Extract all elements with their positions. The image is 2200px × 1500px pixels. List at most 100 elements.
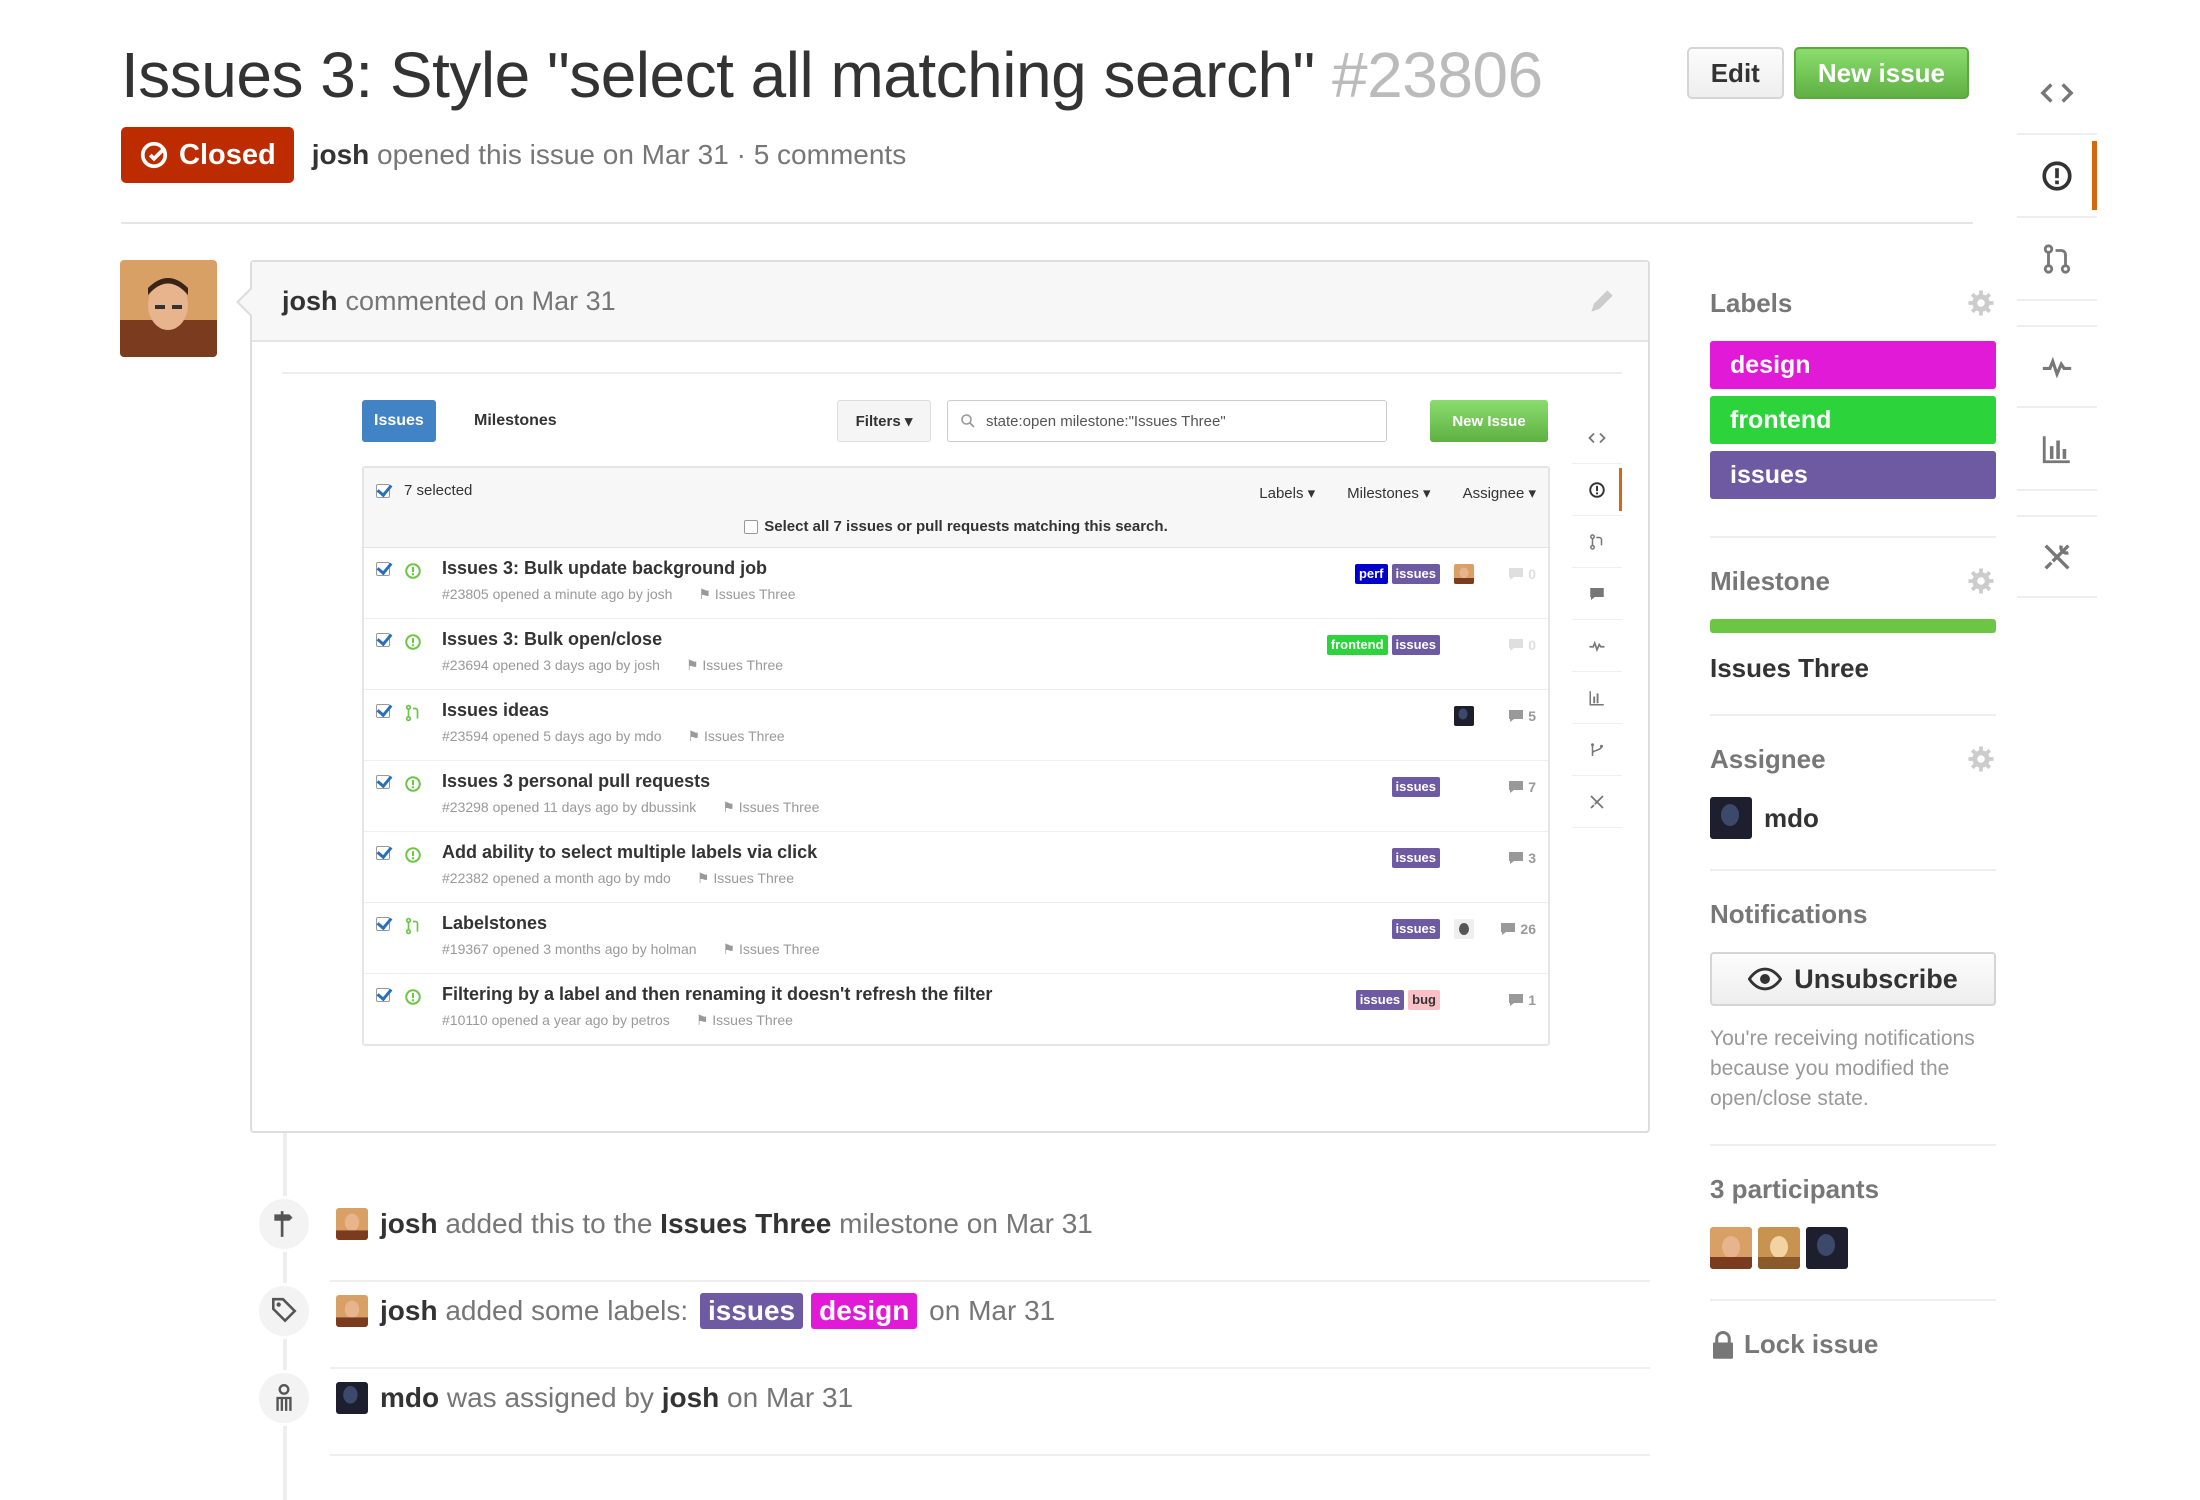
mini-nav-discussions[interactable] [1572,568,1622,620]
mini-nav-settings[interactable] [1572,776,1622,828]
mini-issue-title[interactable]: Issues 3: Bulk update background job [442,558,767,579]
timeline-strong[interactable]: mdo [380,1382,439,1414]
mini-label[interactable]: frontend [1326,635,1388,655]
mini-issue-milestone[interactable]: ⚑ Issues Three [688,728,785,744]
mini-dropdown-labels[interactable]: Labels ▾ [1259,484,1315,502]
mini-issue-milestone[interactable]: ⚑ Issues Three [686,657,783,673]
mini-row-checkbox[interactable] [376,633,390,647]
mini-row-checkbox[interactable] [376,917,390,931]
nav-graphs[interactable] [2017,408,2097,491]
sidebar-label-issues[interactable]: issues [1710,451,1996,499]
mini-label[interactable]: issues [1391,919,1440,939]
pencil-icon[interactable] [1586,285,1618,317]
mini-comment-count[interactable]: 7 [1488,779,1536,795]
comment-author-avatar[interactable] [120,260,217,357]
mini-issue-row[interactable]: Issues 3: Bulk open/close #23694 opened 3… [364,619,1548,690]
mini-comment-count[interactable]: 26 [1488,921,1536,937]
timeline-label[interactable]: issues [699,1293,804,1329]
mini-issue-row[interactable]: Issues 3 personal pull requests #23298 op… [364,761,1548,832]
mini-comment-count[interactable]: 1 [1488,992,1536,1008]
mini-row-checkbox[interactable] [376,562,390,576]
mini-nav-code[interactable] [1572,412,1622,464]
timeline-strong[interactable]: Issues Three [660,1208,831,1240]
mini-issue-title[interactable]: Add ability to select multiple labels vi… [442,842,817,863]
gear-icon[interactable] [1966,566,1996,596]
mini-comment-count[interactable]: 3 [1488,850,1536,866]
mini-issue-milestone[interactable]: ⚑ Issues Three [722,799,819,815]
mini-label[interactable]: issues [1355,990,1405,1010]
sidebar-label-design[interactable]: design [1710,341,1996,389]
nav-code[interactable] [2017,52,2097,135]
mini-issue-title[interactable]: Labelstones [442,913,547,934]
mini-select-matching-checkbox[interactable] [744,519,759,534]
mini-nav-pulse[interactable] [1572,620,1622,672]
mini-label[interactable]: issues [1391,848,1440,868]
mini-row-checkbox[interactable] [376,775,390,789]
nav-settings[interactable] [2017,515,2097,598]
avatar[interactable] [336,1208,368,1240]
gear-icon[interactable] [1966,744,1996,774]
timeline-strong[interactable]: josh [662,1382,720,1414]
new-issue-button[interactable]: New issue [1793,47,1969,99]
timeline-strong[interactable]: josh [380,1295,438,1327]
mini-issue-milestone[interactable]: ⚑ Issues Three [698,586,795,602]
comment-author[interactable]: josh [282,286,338,317]
edit-button[interactable]: Edit [1686,47,1784,99]
mini-issue-row[interactable]: Add ability to select multiple labels vi… [364,832,1548,903]
mini-issue-row[interactable]: Labelstones #19367 opened 3 months ago by… [364,903,1548,974]
nav-pulse[interactable] [2017,325,2097,408]
assignee[interactable]: mdo [1710,797,1996,839]
mini-issue-title[interactable]: Issues 3: Bulk open/close [442,629,662,650]
mini-comment-count[interactable]: 5 [1488,708,1536,724]
avatar[interactable] [336,1295,368,1327]
mini-label[interactable]: issues [1391,635,1440,655]
mini-issue-title[interactable]: Issues 3 personal pull requests [442,771,710,792]
mini-nav-network[interactable] [1572,724,1622,776]
gear-icon[interactable] [1966,288,1996,318]
mini-issue-milestone[interactable]: ⚑ Issues Three [696,1012,793,1028]
mini-nav-graphs[interactable] [1572,672,1622,724]
avatar[interactable] [1710,1227,1752,1269]
mini-nav-issues[interactable] [1572,464,1622,516]
unsubscribe-button[interactable]: Unsubscribe [1710,952,1996,1006]
mini-tab-milestones[interactable]: Milestones [462,400,569,442]
mini-tab-issues[interactable]: Issues [362,400,436,442]
mini-issue-title[interactable]: Filtering by a label and then renaming i… [442,984,992,1005]
mini-issue-row[interactable]: Issues ideas #23594 opened 5 days ago by … [364,690,1548,761]
avatar[interactable] [336,1382,368,1414]
issue-author[interactable]: josh [312,139,370,170]
mini-row-checkbox[interactable] [376,704,390,718]
avatar[interactable] [1454,564,1474,584]
mini-dropdown-assignee[interactable]: Assignee ▾ [1463,484,1536,502]
mini-nav-pulls[interactable] [1572,516,1622,568]
avatar[interactable] [1758,1227,1800,1269]
mini-filters-button[interactable]: Filters ▾ [837,400,931,442]
mini-issue-title[interactable]: Issues ideas [442,700,549,721]
timeline-strong[interactable]: josh [380,1208,438,1240]
mini-row-checkbox[interactable] [376,846,390,860]
mini-issue-row[interactable]: Issues 3: Bulk update background job #238… [364,548,1548,619]
mini-issue-milestone[interactable]: ⚑ Issues Three [723,941,820,957]
mini-label[interactable]: issues [1391,777,1440,797]
mini-search-input[interactable]: state:open milestone:"Issues Three" [947,400,1387,442]
timeline-label[interactable]: design [811,1293,918,1329]
nav-issues[interactable] [2017,135,2097,218]
mini-row-checkbox[interactable] [376,988,390,1002]
mini-issue-row[interactable]: Filtering by a label and then renaming i… [364,974,1548,1045]
mini-comment-count[interactable]: 0 [1488,637,1536,653]
mini-issue-milestone[interactable]: ⚑ Issues Three [697,870,794,886]
mini-select-all-checkbox[interactable] [376,483,390,498]
avatar[interactable] [1806,1227,1848,1269]
mini-select-all-matching[interactable]: Select all 7 issues or pull requests mat… [364,518,1548,535]
nav-pull-requests[interactable] [2017,218,2097,301]
mini-label[interactable]: perf [1354,564,1388,584]
lock-issue-link[interactable]: Lock issue [1710,1301,1996,1360]
mini-comment-count[interactable]: 0 [1488,566,1536,582]
mini-dropdown-milestones[interactable]: Milestones ▾ [1347,484,1430,502]
mini-new-issue-button[interactable]: New Issue [1430,400,1548,442]
mini-label[interactable]: issues [1391,564,1440,584]
avatar[interactable] [1454,706,1474,726]
sidebar-label-frontend[interactable]: frontend [1710,396,1996,444]
mini-label[interactable]: bug [1408,990,1440,1010]
avatar[interactable] [1454,919,1474,939]
